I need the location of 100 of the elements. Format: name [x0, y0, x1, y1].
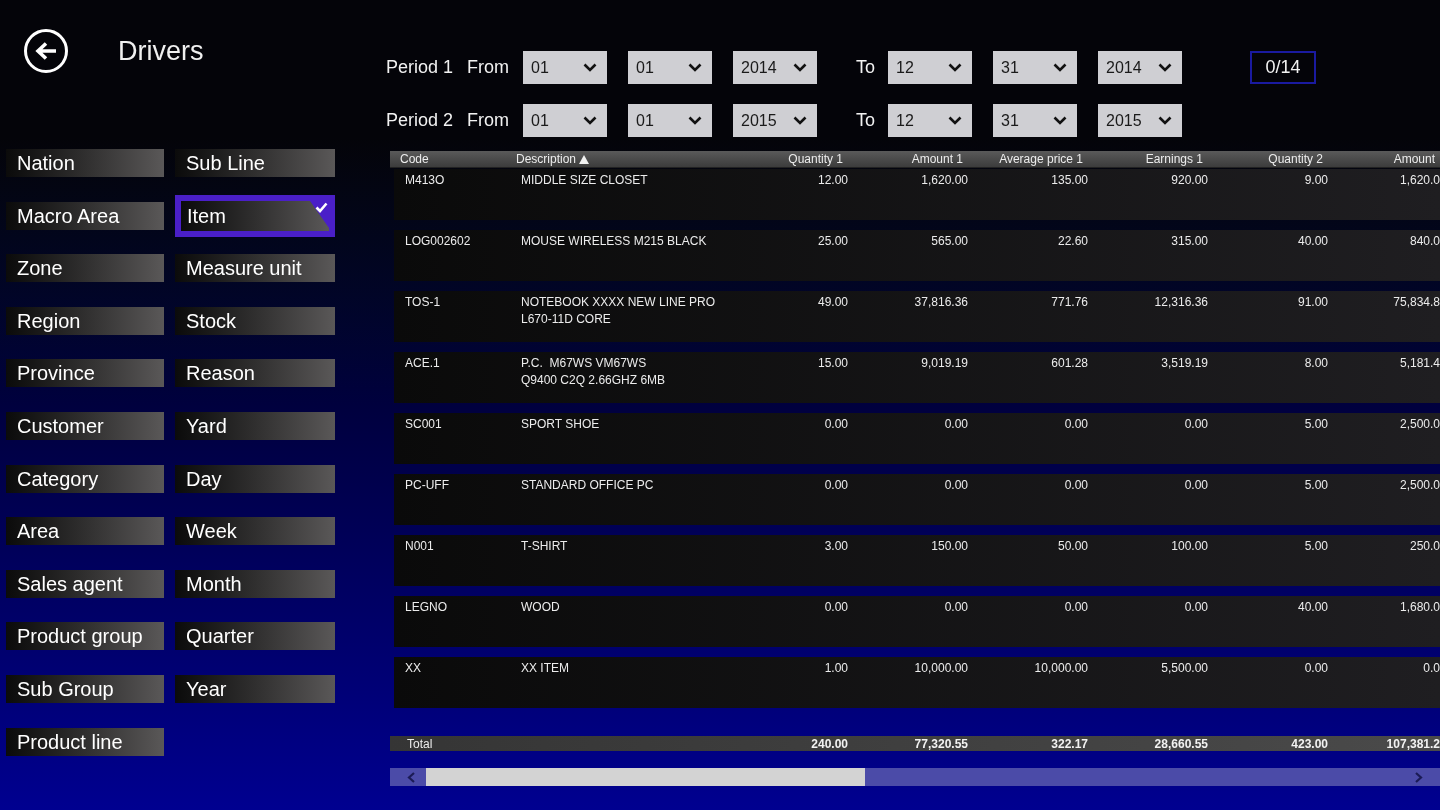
- driver-button[interactable]: Macro Area: [6, 201, 164, 230]
- driver-button[interactable]: Measure unit: [175, 254, 335, 283]
- date-dropdown[interactable]: 2015: [1098, 104, 1182, 137]
- table-cell-text: T-SHIRT: [521, 538, 569, 555]
- from-label: From: [467, 109, 510, 132]
- driver-button[interactable]: Product line: [6, 727, 164, 756]
- column-header[interactable]: Quantity 1: [723, 153, 843, 165]
- date-dropdown[interactable]: 31: [993, 104, 1077, 137]
- date-dropdown[interactable]: 2014: [1098, 51, 1182, 84]
- driver-button[interactable]: Province: [6, 359, 164, 388]
- table-cell-text: 0.00: [823, 599, 848, 616]
- driver-button[interactable]: Quarter: [175, 622, 335, 651]
- scroll-right-icon[interactable]: [1415, 772, 1423, 783]
- chevron-down-icon: [793, 63, 807, 72]
- table-cell-text: 25.00: [816, 233, 848, 250]
- column-header[interactable]: Code: [400, 153, 516, 165]
- table-cell-text: 135.00: [1050, 172, 1088, 189]
- table-cell-text: 840.0: [1408, 233, 1440, 250]
- table-cell-text: XX: [405, 660, 422, 677]
- driver-button[interactable]: Item: [175, 194, 335, 237]
- table-cell-text: 0.00: [823, 416, 848, 433]
- table-cell-text: 1.00: [823, 660, 848, 677]
- chevron-down-icon: [688, 63, 702, 72]
- driver-button[interactable]: Week: [175, 517, 335, 546]
- chevron-down-icon: [583, 63, 597, 72]
- chevron-down-icon: [793, 116, 807, 125]
- column-header[interactable]: Average price 1: [963, 153, 1083, 165]
- date-dropdown[interactable]: 12: [888, 51, 972, 84]
- table-cell-text: 9.00: [1303, 172, 1328, 189]
- table-cell-text: 0.00: [943, 416, 968, 433]
- driver-button[interactable]: Sub Line: [175, 149, 335, 177]
- table-cell-text: 0.00: [1303, 660, 1328, 677]
- sort-ascending-icon: [579, 154, 590, 164]
- chevron-down-icon: [948, 116, 962, 125]
- chevron-down-icon: [1053, 116, 1067, 125]
- date-dropdown[interactable]: 01: [628, 51, 712, 84]
- table-cell-text: MOUSE WIRELESS M215 BLACK: [521, 233, 708, 250]
- column-header[interactable]: Earnings 1: [1083, 153, 1203, 165]
- driver-button[interactable]: Sales agent: [6, 569, 164, 598]
- table-cell-text: ACE.1: [405, 355, 441, 372]
- table-cell-text: 5.00: [1303, 416, 1328, 433]
- from-label: From: [467, 56, 510, 79]
- driver-button[interactable]: Stock: [175, 306, 335, 335]
- table-cell-text: 2,500.0: [1398, 416, 1440, 433]
- table-cell-text: 50.00: [1056, 538, 1088, 555]
- table-cell-text: 91.00: [1296, 294, 1328, 311]
- driver-button[interactable]: Month: [175, 569, 335, 598]
- date-dropdown[interactable]: 31: [993, 51, 1077, 84]
- table-cell-text: SPORT SHOE: [521, 416, 601, 433]
- chevron-down-icon: [688, 116, 702, 125]
- driver-button[interactable]: Sub Group: [6, 674, 164, 703]
- table-cell-text: STANDARD OFFICE PC: [521, 477, 655, 494]
- driver-button[interactable]: Area: [6, 517, 164, 546]
- total-cell-text: 28,660.55: [1153, 737, 1208, 750]
- driver-button[interactable]: Yard: [175, 411, 335, 440]
- scrollbar-thumb[interactable]: [426, 768, 865, 786]
- table-cell-text: 40.00: [1296, 233, 1328, 250]
- driver-button[interactable]: Product group: [6, 622, 164, 651]
- date-dropdown[interactable]: 2014: [733, 51, 817, 84]
- period-label: Period 1: [386, 56, 455, 79]
- total-cell-text: 240.00: [810, 737, 848, 750]
- driver-button[interactable]: Region: [6, 306, 164, 335]
- date-dropdown[interactable]: 01: [628, 104, 712, 137]
- table-cell-text: 15.00: [816, 355, 848, 372]
- driver-button[interactable]: Year: [175, 674, 335, 703]
- column-header[interactable]: Description: [516, 153, 723, 165]
- table-cell-text: 250.0: [1408, 538, 1440, 555]
- column-header[interactable]: Amount 1: [843, 153, 963, 165]
- back-button[interactable]: [24, 29, 68, 73]
- date-dropdown[interactable]: 01: [523, 104, 607, 137]
- table-cell-text: 5.00: [1303, 538, 1328, 555]
- driver-button[interactable]: Customer: [6, 411, 164, 440]
- arrow-left-icon: [35, 41, 57, 61]
- total-cell-text: 322.17: [1050, 737, 1088, 750]
- table-cell-text: MIDDLE SIZE CLOSET: [521, 172, 649, 189]
- table-cell-text: 5.00: [1303, 477, 1328, 494]
- date-dropdown[interactable]: 2015: [733, 104, 817, 137]
- driver-button[interactable]: Category: [6, 464, 164, 493]
- chevron-down-icon: [1158, 63, 1172, 72]
- driver-button[interactable]: Nation: [6, 149, 164, 177]
- column-header[interactable]: Quantity 2: [1203, 153, 1323, 165]
- table-cell-text: 0.00: [1063, 599, 1088, 616]
- table-cell-text: 1,620.00: [920, 172, 968, 189]
- driver-button[interactable]: Reason: [175, 359, 335, 388]
- table-cell-text: 1,620.0: [1398, 172, 1440, 189]
- date-dropdown[interactable]: 12: [888, 104, 972, 137]
- to-label: To: [856, 109, 876, 132]
- driver-button[interactable]: Day: [175, 464, 335, 493]
- table-cell-text: 2,500.0: [1398, 477, 1440, 494]
- table-cell-text: 0.00: [1183, 416, 1208, 433]
- column-header[interactable]: Amount: [1323, 153, 1435, 165]
- table-cell-text: 22.60: [1056, 233, 1088, 250]
- page-title: Drivers: [118, 35, 204, 67]
- date-dropdown[interactable]: 01: [523, 51, 607, 84]
- scroll-left-icon[interactable]: [407, 772, 415, 783]
- table-cell-text: TOS-1: [405, 294, 442, 311]
- driver-button[interactable]: Zone: [6, 254, 164, 283]
- horizontal-scrollbar[interactable]: [390, 768, 1440, 786]
- table-cell-text: 1,680.0: [1398, 599, 1440, 616]
- table-cell-text: 75,834.8: [1392, 294, 1440, 311]
